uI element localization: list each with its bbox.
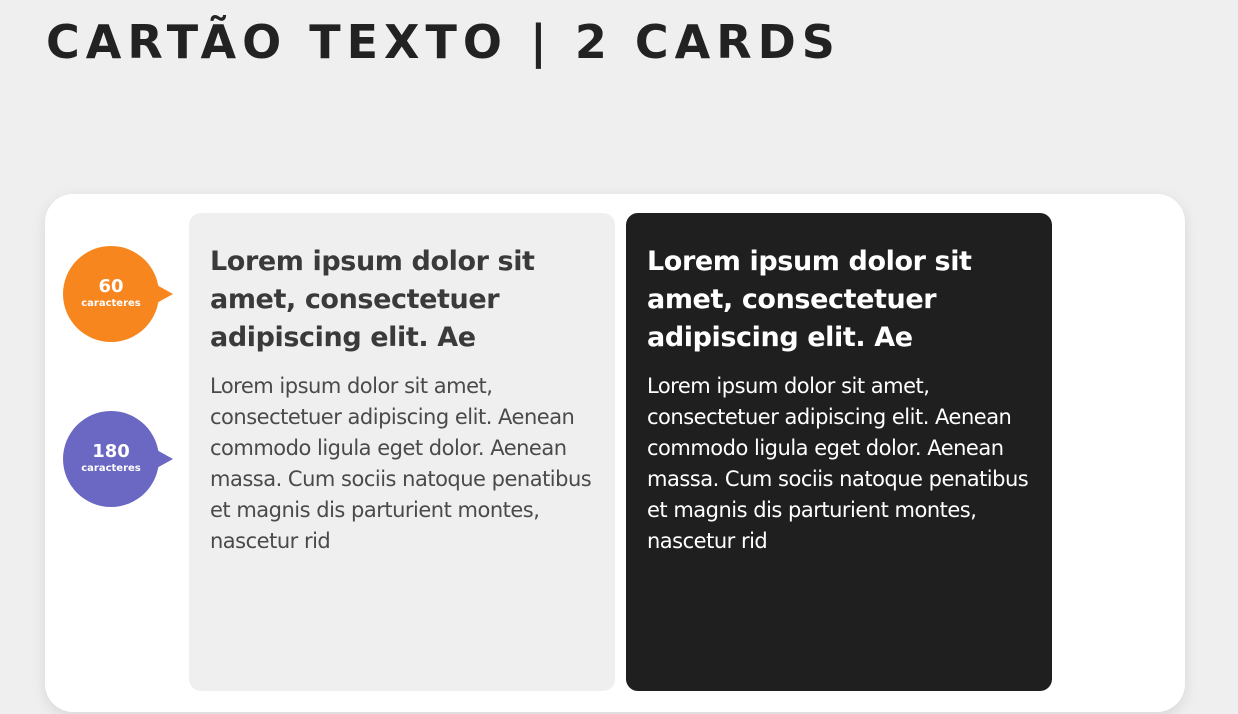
text-card-dark: Lorem ipsum dolor sit amet, consectetuer… [626, 213, 1052, 691]
page-title: CARTÃO TEXTO | 2 CARDS [46, 15, 841, 69]
text-card-light: Lorem ipsum dolor sit amet, consectetuer… [189, 213, 615, 691]
title-character-limit-bubble: 60 caracteres [63, 246, 159, 342]
cards-panel: 60 caracteres 180 caracteres Lorem ipsum… [45, 194, 1185, 712]
title-character-count: 60 [98, 276, 124, 297]
body-character-count: 180 [92, 441, 130, 462]
body-character-unit: caracteres [81, 463, 141, 474]
title-character-unit: caracteres [81, 298, 141, 309]
card-body-text: Lorem ipsum dolor sit amet, consectetuer… [210, 374, 592, 553]
card-title: Lorem ipsum dolor sit amet, consectetuer… [210, 246, 535, 353]
card-body-text: Lorem ipsum dolor sit amet, consectetuer… [647, 374, 1029, 553]
body-character-limit-bubble: 180 caracteres [63, 411, 159, 507]
card-title: Lorem ipsum dolor sit amet, consectetuer… [647, 246, 972, 353]
